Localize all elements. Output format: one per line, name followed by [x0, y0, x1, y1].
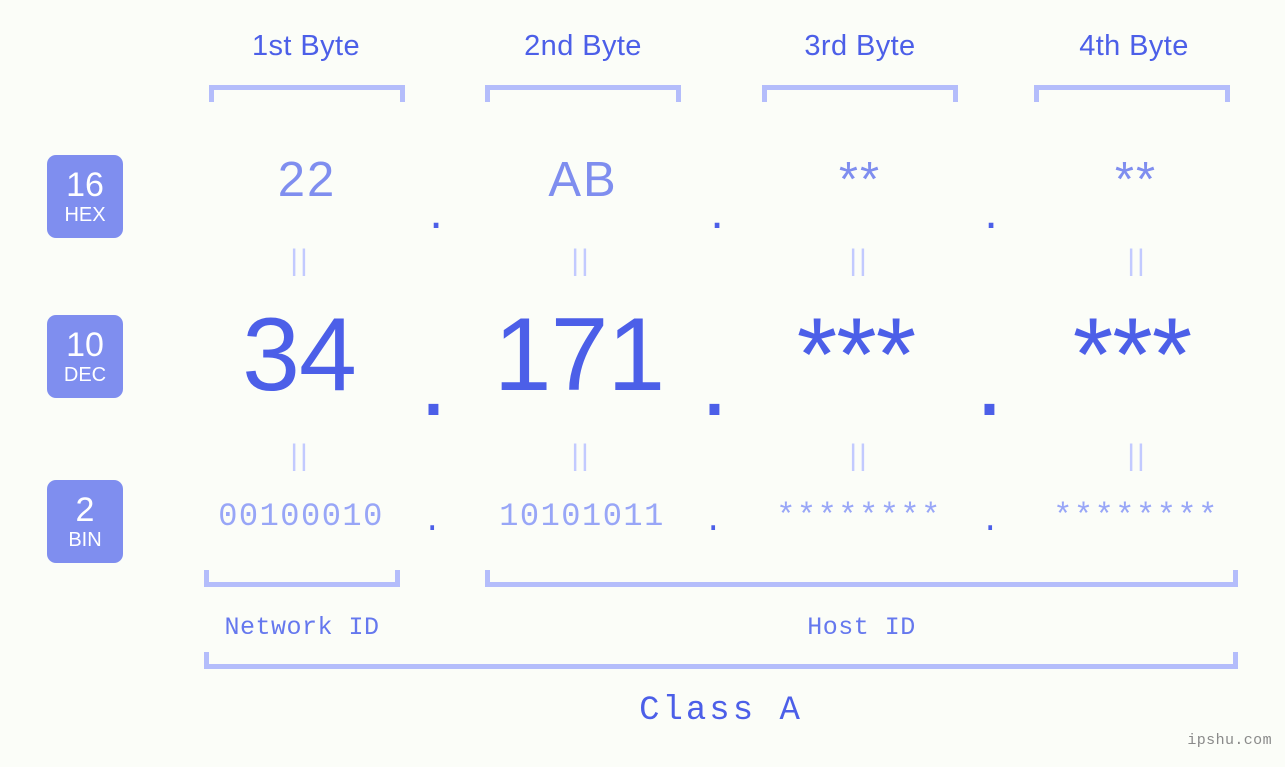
base-badge-dec-number: 10: [66, 325, 104, 364]
dec-byte-2: 171: [493, 297, 666, 413]
equality-mark-dec-bin-4: ||: [1127, 439, 1147, 472]
byte-bracket-3: [762, 85, 958, 102]
equality-mark-hex-dec-3: ||: [849, 244, 869, 277]
base-badge-dec-name: DEC: [63, 363, 107, 386]
base-badge-hex-name: HEX: [64, 203, 106, 226]
dec-separator-3: .: [975, 322, 1004, 438]
base-badge-hex: 16 HEX: [47, 155, 123, 238]
dec-byte-3: ***: [796, 297, 916, 413]
byte-header-3: 3rd Byte: [804, 30, 916, 62]
equality-mark-dec-bin-2: ||: [571, 439, 591, 472]
site-watermark: ipshu.com: [1187, 732, 1272, 749]
network-id-label: Network ID: [224, 613, 380, 642]
hex-byte-2: AB: [548, 153, 618, 207]
hex-separator-1: .: [429, 185, 445, 239]
base-badge-hex-number: 16: [66, 165, 104, 204]
byte-header-4: 4th Byte: [1079, 30, 1189, 62]
equality-mark-hex-dec-4: ||: [1127, 244, 1147, 277]
equality-mark-hex-dec-2: ||: [571, 244, 591, 277]
byte-header-2: 2nd Byte: [524, 30, 642, 62]
ip-byte-breakdown-diagram: 1st Byte 2nd Byte 3rd Byte 4th Byte 16 H…: [0, 0, 1285, 767]
byte-header-1: 1st Byte: [252, 30, 360, 62]
bin-byte-2: 10101011: [499, 498, 665, 535]
bin-byte-1: 00100010: [218, 498, 384, 535]
dec-separator-2: .: [700, 322, 729, 438]
base-badge-bin-name: BIN: [68, 528, 102, 551]
host-id-bracket: [485, 570, 1238, 587]
bin-byte-4: ********: [1053, 498, 1219, 535]
equality-mark-hex-dec-1: ||: [290, 244, 310, 277]
bin-byte-3: ********: [776, 498, 942, 535]
byte-bracket-2: [485, 85, 681, 102]
bin-separator-3: .: [980, 503, 1002, 540]
equality-mark-dec-bin-3: ||: [849, 439, 869, 472]
class-label: Class A: [639, 692, 803, 730]
network-id-bracket: [204, 570, 400, 587]
base-badge-bin-number: 2: [75, 490, 95, 529]
hex-byte-3: **: [838, 153, 882, 207]
byte-bracket-4: [1034, 85, 1230, 102]
hex-separator-3: .: [984, 185, 1000, 239]
hex-byte-4: **: [1114, 153, 1158, 207]
bin-separator-2: .: [703, 503, 725, 540]
hex-byte-1: 22: [277, 153, 337, 207]
dec-byte-1: 34: [242, 297, 357, 413]
base-badge-dec: 10 DEC: [47, 315, 123, 398]
host-id-label: Host ID: [807, 613, 916, 642]
bin-separator-1: .: [422, 503, 444, 540]
dec-separator-1: .: [419, 322, 448, 438]
class-bracket: [204, 652, 1238, 669]
hex-separator-2: .: [710, 185, 726, 239]
equality-mark-dec-bin-1: ||: [290, 439, 310, 472]
byte-bracket-1: [209, 85, 405, 102]
dec-byte-4: ***: [1072, 297, 1192, 413]
base-badge-bin: 2 BIN: [47, 480, 123, 563]
